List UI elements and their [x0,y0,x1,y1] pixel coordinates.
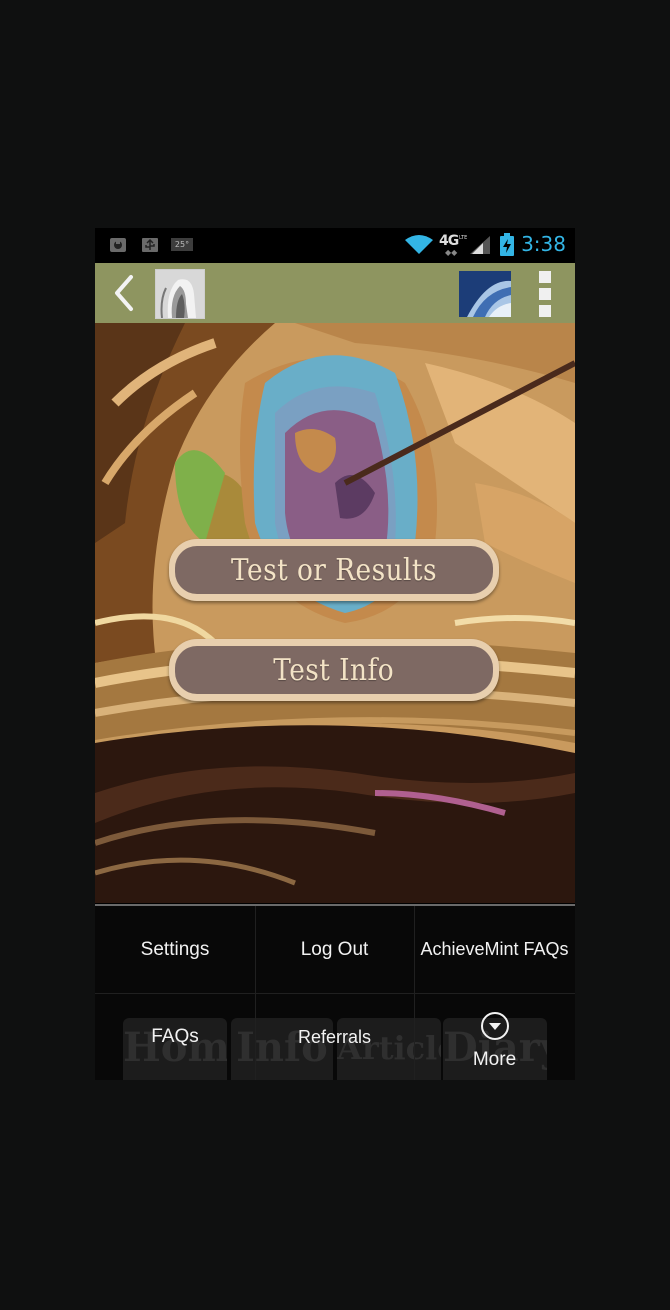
menu-item-achievemint-faqs[interactable]: AchieveMint FAQs [414,906,575,993]
menu-item-log-out[interactable]: Log Out [255,906,414,993]
menu-item-label: More [472,1049,517,1070]
main-content: Test or Results Test Info [95,323,575,903]
overflow-dot [539,305,551,317]
menu-item-label: FAQs [151,1026,199,1047]
test-or-results-button-face: Test or Results [175,546,493,594]
overflow-menu-panel: Home Info Articles Diary Settings Log Ou… [95,904,575,1080]
network-label: 4G [439,233,459,249]
lte-label: LTE [459,235,468,241]
chevron-down-circle-icon [480,1012,509,1040]
menu-item-settings[interactable]: Settings [95,906,255,993]
menu-item-referrals[interactable]: Referrals [255,994,414,1080]
menu-item-label: Settings [140,938,210,960]
overflow-dot [539,288,551,300]
network-4g-icon: 4G LTE ◆◆ [439,233,467,257]
menu-item-more[interactable]: More [414,1002,575,1080]
avatar-image [156,270,204,318]
menu-item-label: Referrals [297,1026,372,1047]
test-info-button[interactable]: Test Info [169,639,499,701]
test-or-results-button[interactable]: Test or Results [169,539,499,601]
phone-screen: 25° 4G LTE ◆◆ 3:38 Test or Results Test … [95,228,575,1080]
status-bar: 25° 4G LTE ◆◆ 3:38 [95,228,575,263]
status-time: 3:38 [521,232,566,256]
usb-icon [142,238,158,252]
menu-item-faqs[interactable]: FAQs [95,994,255,1080]
battery-charging-icon [500,233,514,256]
avatar[interactable] [155,269,205,319]
test-or-results-label: Test or Results [231,552,437,588]
wifi-icon [405,235,433,254]
menu-item-label: AchieveMint FAQs [420,939,569,959]
overflow-menu-icon[interactable] [535,269,555,319]
peacock-feather-background [95,323,575,903]
back-arrow-icon[interactable] [109,273,137,313]
signal-icon [470,236,490,254]
action-bar [95,263,575,323]
test-info-button-face: Test Info [175,646,493,694]
overflow-dot [539,271,551,283]
data-arrows: ◆◆ [445,248,458,257]
temperature-notification-icon: 25° [171,238,193,251]
app-logo [459,271,511,317]
android-debug-icon [110,238,126,252]
test-info-label: Test Info [273,652,395,688]
menu-item-label: Log Out [300,938,369,960]
